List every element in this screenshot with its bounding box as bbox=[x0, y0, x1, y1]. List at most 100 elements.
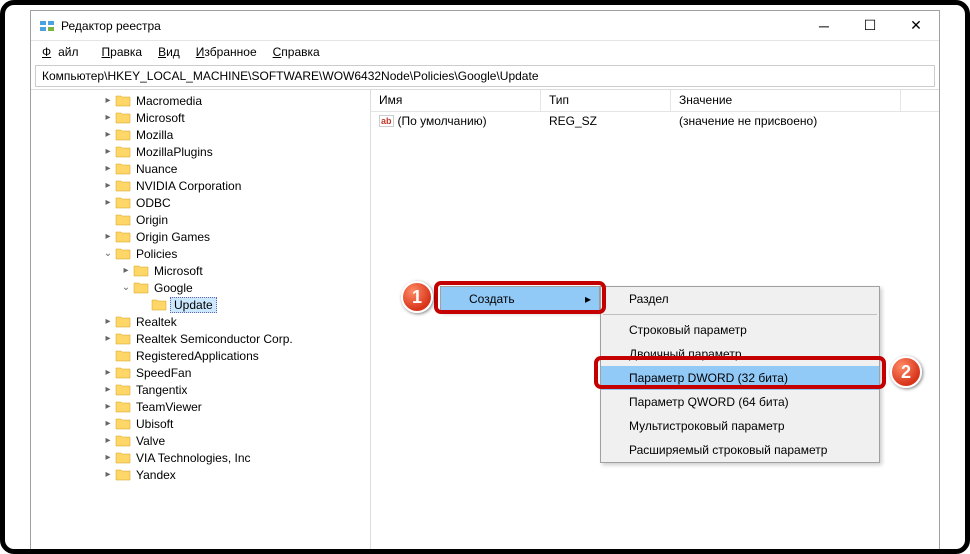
tree-item[interactable]: ▸ Valve bbox=[101, 432, 370, 449]
tree-expand-icon[interactable]: ▸ bbox=[101, 112, 115, 123]
tree-expand-icon[interactable]: ▸ bbox=[119, 265, 133, 276]
tree-item[interactable]: Origin bbox=[101, 211, 370, 228]
tree-expand-icon[interactable]: ▸ bbox=[101, 469, 115, 480]
menu-favorites[interactable]: Избранное bbox=[189, 43, 264, 61]
context-menu[interactable]: Создать ▸ bbox=[440, 286, 600, 312]
annotation-badge-1: 1 bbox=[401, 281, 433, 313]
tree-label: Nuance bbox=[134, 162, 179, 176]
tree-label: Update bbox=[170, 297, 217, 313]
tree-item[interactable]: ▸ NVIDIA Corporation bbox=[101, 177, 370, 194]
tree-label: Google bbox=[152, 281, 195, 295]
tree-label: RegisteredApplications bbox=[134, 349, 261, 363]
maximize-button[interactable]: ☐ bbox=[847, 11, 893, 41]
tree-expand-icon[interactable]: ▸ bbox=[101, 384, 115, 395]
tree-label: Ubisoft bbox=[134, 417, 175, 431]
menubar: Файл Правка Вид Избранное Справка bbox=[31, 41, 939, 63]
tree-expand-icon[interactable]: ▸ bbox=[101, 231, 115, 242]
ctx-item-string[interactable]: Строковый параметр bbox=[601, 318, 879, 342]
tree-expand-icon[interactable]: ▸ bbox=[101, 163, 115, 174]
tree-item[interactable]: ▸ ODBC bbox=[101, 194, 370, 211]
ctx-item-multistring[interactable]: Мультистроковый параметр bbox=[601, 414, 879, 438]
tree-pane[interactable]: ▸ Macromedia ▸ Microsoft ▸ Mozilla ▸ MozillaPlu… bbox=[31, 90, 371, 553]
tree-item[interactable]: ▸ Macromedia bbox=[101, 92, 370, 109]
tree-item[interactable]: ▸ MozillaPlugins bbox=[101, 143, 370, 160]
tree-label: NVIDIA Corporation bbox=[134, 179, 243, 193]
annotation-badge-2: 2 bbox=[890, 356, 922, 388]
tree-expand-icon[interactable]: ▸ bbox=[101, 401, 115, 412]
ctx-item-key[interactable]: Раздел bbox=[601, 287, 879, 311]
ctx-item-expandstring[interactable]: Расширяемый строковый параметр bbox=[601, 438, 879, 462]
tree-label: Realtek Semiconductor Corp. bbox=[134, 332, 295, 346]
path-text: Компьютер\HKEY_LOCAL_MACHINE\SOFTWARE\WO… bbox=[42, 69, 539, 83]
menu-help[interactable]: Справка bbox=[266, 43, 327, 61]
reg-string-icon: ab bbox=[379, 115, 394, 127]
tree-expand-icon[interactable]: ⌄ bbox=[101, 248, 115, 259]
address-bar[interactable]: Компьютер\HKEY_LOCAL_MACHINE\SOFTWARE\WO… bbox=[35, 65, 935, 87]
menu-file[interactable]: Файл bbox=[35, 43, 93, 61]
tree-item[interactable]: ▸ Nuance bbox=[101, 160, 370, 177]
registry-editor-window: Редактор реестра ─ ☐ ✕ Файл Правка Вид И… bbox=[30, 10, 940, 554]
minimize-button[interactable]: ─ bbox=[801, 11, 847, 41]
tree-label: Macromedia bbox=[134, 94, 204, 108]
ctx-item-qword[interactable]: Параметр QWORD (64 бита) bbox=[601, 390, 879, 414]
close-button[interactable]: ✕ bbox=[893, 11, 939, 41]
col-name[interactable]: Имя bbox=[371, 90, 541, 111]
ctx-item-binary[interactable]: Двоичный параметр bbox=[601, 342, 879, 366]
tree-expand-icon[interactable]: ▸ bbox=[101, 146, 115, 157]
tree-item[interactable]: ▸ Microsoft bbox=[101, 262, 370, 279]
tree-item[interactable]: ▸ TeamViewer bbox=[101, 398, 370, 415]
tree-expand-icon[interactable]: ⌄ bbox=[119, 282, 133, 293]
app-icon bbox=[39, 18, 55, 34]
tree-item[interactable]: ⌄ Google bbox=[101, 279, 370, 296]
tree-label: TeamViewer bbox=[134, 400, 204, 414]
tree-label: Yandex bbox=[134, 468, 178, 482]
tree-item[interactable]: ▸ Realtek bbox=[101, 313, 370, 330]
list-item[interactable]: ab (По умолчанию) REG_SZ(значение не присв… bbox=[371, 112, 939, 130]
value-data: (значение не присвоено) bbox=[671, 114, 901, 128]
col-type[interactable]: Тип bbox=[541, 90, 671, 111]
tree-item[interactable]: ▸ Ubisoft bbox=[101, 415, 370, 432]
value-type: REG_SZ bbox=[541, 114, 671, 128]
value-name: (По умолчанию) bbox=[398, 114, 487, 128]
tree-expand-icon[interactable]: ▸ bbox=[101, 129, 115, 140]
tree-item[interactable]: ▸ Yandex bbox=[101, 466, 370, 483]
col-value[interactable]: Значение bbox=[671, 90, 901, 111]
tree-label: Microsoft bbox=[134, 111, 187, 125]
tree-label: MozillaPlugins bbox=[134, 145, 215, 159]
ctx-item-dword[interactable]: Параметр DWORD (32 бита) bbox=[601, 366, 879, 390]
tree-label: Origin Games bbox=[134, 230, 212, 244]
window-title: Редактор реестра bbox=[61, 19, 801, 33]
tree-item[interactable]: ⌄ Policies bbox=[101, 245, 370, 262]
context-submenu[interactable]: Раздел Строковый параметр Двоичный парам… bbox=[600, 286, 880, 463]
tree-label: Policies bbox=[134, 247, 179, 261]
tree-item[interactable]: ▸ Realtek Semiconductor Corp. bbox=[101, 330, 370, 347]
tree-item[interactable]: ▸ Origin Games bbox=[101, 228, 370, 245]
tree-label: Mozilla bbox=[134, 128, 175, 142]
tree-item[interactable]: ▸ VIA Technologies, Inc bbox=[101, 449, 370, 466]
tree-expand-icon[interactable]: ▸ bbox=[101, 435, 115, 446]
tree-label: ODBC bbox=[134, 196, 173, 210]
tree-expand-icon[interactable]: ▸ bbox=[101, 452, 115, 463]
tree-item[interactable]: RegisteredApplications bbox=[101, 347, 370, 364]
tree-label: VIA Technologies, Inc bbox=[134, 451, 253, 465]
tree-expand-icon[interactable]: ▸ bbox=[101, 180, 115, 191]
tree-label: Realtek bbox=[134, 315, 179, 329]
tree-expand-icon[interactable]: ▸ bbox=[101, 418, 115, 429]
tree-item[interactable]: ▸ Mozilla bbox=[101, 126, 370, 143]
tree-expand-icon[interactable]: ▸ bbox=[101, 95, 115, 106]
tree-expand-icon[interactable]: ▸ bbox=[101, 197, 115, 208]
tree-item[interactable]: ▸ SpeedFan bbox=[101, 364, 370, 381]
tree-expand-icon[interactable]: ▸ bbox=[101, 333, 115, 344]
tree-expand-icon[interactable]: ▸ bbox=[101, 367, 115, 378]
tree-label: Valve bbox=[134, 434, 167, 448]
tree-label: Tangentix bbox=[134, 383, 189, 397]
ctx-item-create[interactable]: Создать ▸ bbox=[441, 287, 599, 311]
tree-item[interactable]: ▸ Microsoft bbox=[101, 109, 370, 126]
tree-item[interactable]: ▸ Tangentix bbox=[101, 381, 370, 398]
tree-label: SpeedFan bbox=[134, 366, 193, 380]
tree-item[interactable]: Update bbox=[101, 296, 370, 313]
tree-expand-icon[interactable]: ▸ bbox=[101, 316, 115, 327]
menu-edit[interactable]: Правка bbox=[95, 43, 150, 61]
tree-label: Microsoft bbox=[152, 264, 205, 278]
menu-view[interactable]: Вид bbox=[151, 43, 187, 61]
